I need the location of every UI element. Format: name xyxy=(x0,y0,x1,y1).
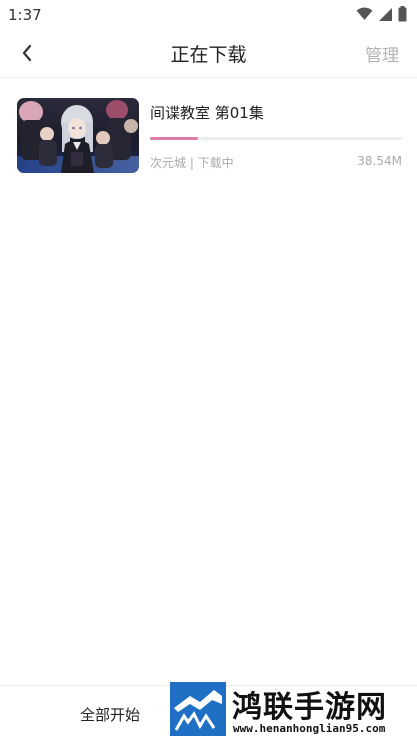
status-bar: 1:37 xyxy=(0,0,417,30)
status-time: 1:37 xyxy=(8,6,42,24)
header-divider xyxy=(0,77,417,78)
watermark-logo-icon xyxy=(170,682,226,736)
download-status: 次元城 | 下载中 xyxy=(150,156,234,170)
download-item[interactable]: 间谍教室 第01集 次元城 | 下载中 38.54M xyxy=(17,98,402,174)
cell-signal-icon xyxy=(379,7,392,21)
watermark-url: www.henanhonglian95.com xyxy=(233,722,386,735)
download-progress-fill xyxy=(150,137,198,140)
watermark-name: 鸿联手游网 xyxy=(232,690,387,725)
app-header: 正在下载 管理 xyxy=(0,30,417,76)
anime-cover-image xyxy=(17,98,139,173)
file-size: 38.54M xyxy=(357,154,402,168)
episode-thumbnail[interactable] xyxy=(17,98,139,173)
episode-title: 间谍教室 第01集 xyxy=(150,104,264,122)
watermark: 鸿联手游网 www.henanhonglian95.com xyxy=(170,682,417,741)
start-all-button[interactable]: 全部开始 xyxy=(80,704,140,725)
download-progress-bar xyxy=(150,137,402,140)
status-icons xyxy=(356,6,407,22)
battery-icon xyxy=(398,6,407,22)
manage-button[interactable]: 管理 xyxy=(365,41,399,66)
page-title: 正在下载 xyxy=(170,44,247,66)
wifi-icon xyxy=(356,7,373,20)
